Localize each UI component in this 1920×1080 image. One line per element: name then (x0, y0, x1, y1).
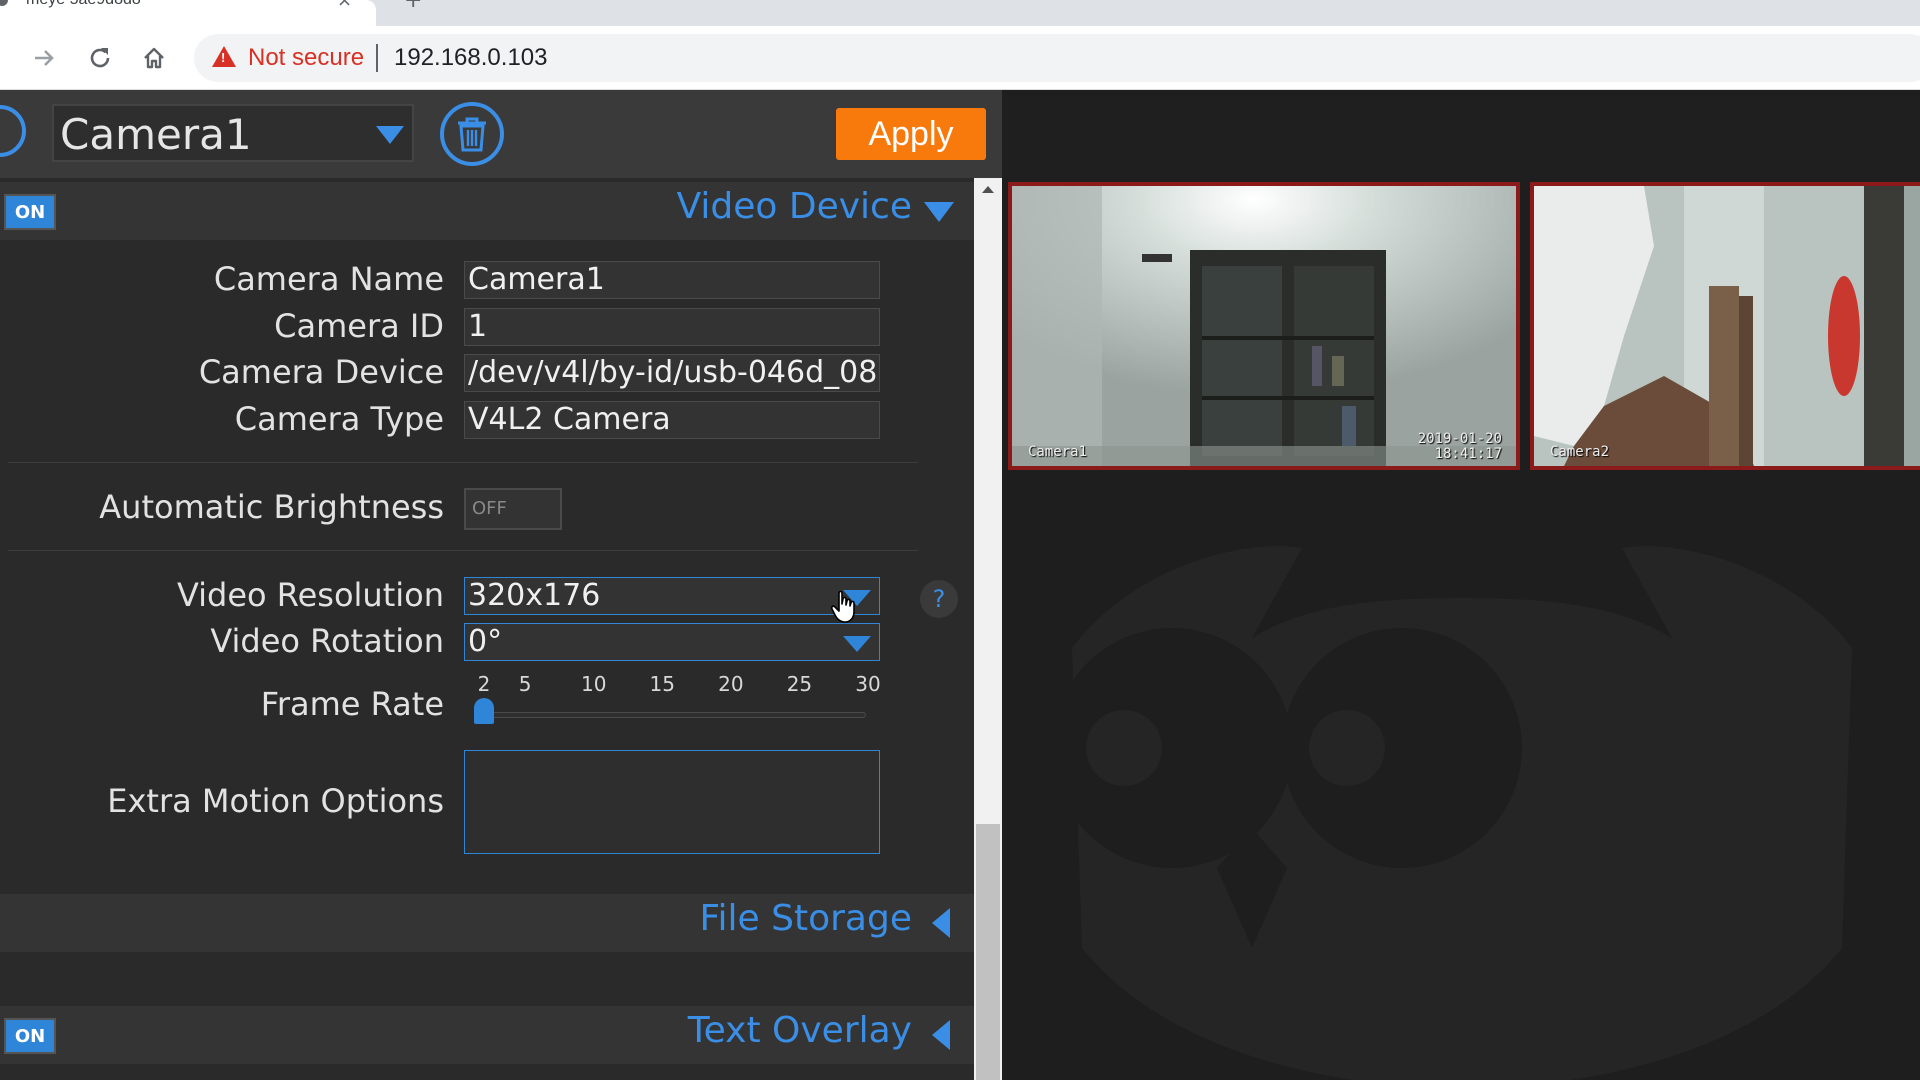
camera-name-label: Camera Name (213, 260, 444, 298)
camera-grid-header (1002, 90, 1920, 178)
tab-favicon-icon (0, 0, 8, 6)
tab-title: meye 5ae9d8d8 (26, 0, 141, 9)
frame-rate-tick: 25 (786, 672, 813, 696)
new-tab-icon[interactable]: + (404, 0, 422, 13)
chevron-down-icon (843, 636, 871, 652)
auto-brightness-state: OFF (472, 498, 507, 519)
divider (376, 44, 378, 72)
divider (8, 550, 918, 551)
home-icon[interactable] (138, 42, 170, 74)
section-title[interactable]: Text Overlay (688, 1010, 912, 1051)
settings-header: Camera1 Apply (0, 90, 1002, 178)
text-overlay-toggle[interactable]: ON (4, 1018, 56, 1054)
address-bar[interactable]: Not secure 192.168.0.103 (194, 34, 1920, 82)
reload-icon[interactable] (84, 42, 116, 74)
camera-device-field: /dev/v4l/by-id/usb-046d_082 (464, 354, 880, 392)
help-icon[interactable]: ? (920, 580, 958, 618)
video-rotation-select[interactable]: 0° (464, 623, 880, 661)
collapse-arrow-icon[interactable] (932, 908, 950, 938)
section-title[interactable]: File Storage (699, 898, 912, 939)
section-text-overlay[interactable]: ON Text Overlay (0, 1006, 974, 1064)
video-device-toggle[interactable]: ON (4, 194, 56, 230)
app-header: Camera1 Apply (0, 90, 1920, 178)
divider (8, 462, 918, 463)
settings-scrollbar[interactable] (974, 178, 1002, 1080)
camera-select-value: Camera1 (60, 110, 252, 159)
auto-brightness-label: Automatic Brightness (99, 488, 444, 526)
camera-name-input[interactable]: Camera1 (464, 261, 880, 299)
owl-logo-watermark (1052, 546, 1852, 1080)
menu-icon[interactable] (0, 105, 26, 157)
forward-icon[interactable] (28, 42, 60, 74)
extra-motion-options-textarea[interactable] (464, 750, 880, 854)
camera1-timestamp: 2019-01-20 18:41:17 (1418, 432, 1502, 462)
extra-motion-options-label: Extra Motion Options (107, 782, 444, 820)
browser-tabstrip: meye 5ae9d8d8 × + (0, 0, 1920, 26)
video-resolution-value: 320x176 (468, 578, 601, 613)
url-text[interactable]: 192.168.0.103 (394, 44, 547, 72)
camera1-date: 2019-01-20 (1417, 431, 1502, 447)
scroll-up-icon[interactable] (982, 186, 994, 193)
collapse-arrow-icon[interactable] (932, 1020, 950, 1050)
security-label[interactable]: Not secure (248, 44, 364, 72)
browser-toolbar: Not secure 192.168.0.103 (0, 26, 1920, 90)
camera1-video[interactable] (1012, 186, 1516, 466)
section-title[interactable]: Video Device (677, 186, 912, 227)
section-video-device[interactable]: ON Video Device (0, 182, 974, 240)
camera1-label: Camera1 (1028, 444, 1088, 460)
frame-rate-label: Frame Rate (260, 685, 444, 723)
frame-rate-ticks: 2 5 10 15 20 25 30 (464, 672, 884, 698)
frame-rate-tick: 5 (518, 672, 532, 696)
warning-icon (212, 46, 236, 67)
trash-icon (458, 117, 486, 152)
section-file-storage[interactable]: File Storage (0, 894, 974, 952)
video-rotation-label: Video Rotation (210, 622, 444, 660)
apply-button[interactable]: Apply (836, 108, 986, 160)
frame-rate-slider-handle[interactable] (474, 698, 494, 724)
video-rotation-value: 0° (468, 624, 503, 659)
tab-close-icon[interactable]: × (337, 0, 352, 11)
hand-cursor-icon (830, 590, 855, 623)
settings-panel: ON Video Device Camera Name Camera1 Came… (0, 178, 974, 1080)
camera2-label: Camera2 (1550, 444, 1610, 460)
frame-rate-slider[interactable] (474, 712, 866, 718)
video-resolution-label: Video Resolution (176, 576, 444, 614)
delete-camera-button[interactable] (440, 102, 504, 166)
frame-rate-tick: 15 (649, 672, 676, 696)
video-resolution-select[interactable]: 320x176 (464, 577, 880, 615)
camera-id-label: Camera ID (274, 307, 444, 345)
camera1-time: 18:41:17 (1434, 446, 1502, 462)
camera-select[interactable]: Camera1 (52, 104, 414, 162)
chevron-down-icon (376, 126, 404, 144)
camera2-video[interactable] (1534, 186, 1920, 466)
camera-device-label: Camera Device (198, 353, 444, 391)
frame-rate-tick: 10 (580, 672, 607, 696)
camera1-frame[interactable]: Camera1 2019-01-20 18:41:17 (1008, 182, 1520, 470)
browser-tab[interactable]: meye 5ae9d8d8 × (0, 0, 376, 26)
camera-grid: Camera1 2019-01-20 18:41:17 Camera2 (1002, 178, 1920, 1080)
expand-arrow-icon[interactable] (924, 202, 954, 222)
auto-brightness-toggle[interactable]: OFF (464, 488, 562, 530)
camera2-frame[interactable]: Camera2 (1530, 182, 1920, 470)
frame-rate-tick: 30 (855, 672, 881, 696)
frame-rate-tick: 20 (718, 672, 744, 696)
camera-type-field: V4L2 Camera (464, 401, 880, 439)
frame-rate-tick: 2 (477, 672, 491, 696)
camera-type-label: Camera Type (234, 400, 444, 438)
scrollbar-thumb[interactable] (976, 824, 1000, 1080)
camera-id-field: 1 (464, 308, 880, 346)
